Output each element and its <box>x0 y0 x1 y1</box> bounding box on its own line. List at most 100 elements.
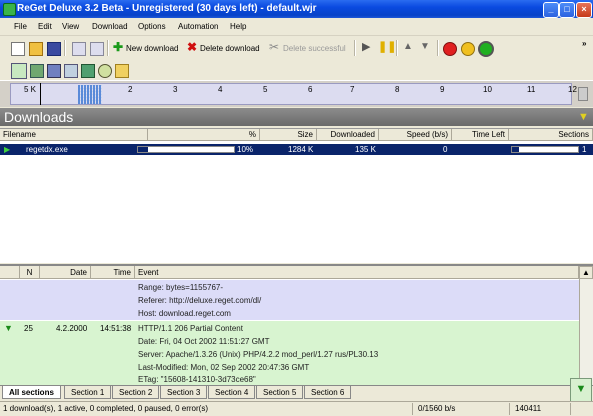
green-light-icon[interactable] <box>478 41 494 57</box>
toolbar-separator <box>354 40 356 56</box>
picture-icon[interactable] <box>64 64 78 78</box>
download-status-icon: ▶ <box>4 145 11 154</box>
log-column-time[interactable]: Time <box>91 266 135 279</box>
title-bar: ReGet Deluxe 3.2 Beta - Unregistered (30… <box>0 0 593 18</box>
timeline-label: 6 <box>308 85 313 94</box>
main-toolbar: ✚ New download ✖ Delete download ✂ Delet… <box>0 36 593 61</box>
tab-section-3[interactable]: Section 3 <box>160 386 208 399</box>
speed-timeline: 5 K 2 3 4 5 6 7 8 9 10 11 12 <box>0 80 593 107</box>
archive-icon[interactable] <box>81 64 95 78</box>
column-size[interactable]: Size <box>260 129 317 141</box>
menu-view[interactable]: View <box>62 22 79 31</box>
column-percent[interactable]: % <box>148 129 260 141</box>
log-column-date[interactable]: Date <box>40 266 91 279</box>
close-button[interactable]: × <box>576 2 592 18</box>
filter-icon[interactable] <box>11 63 27 79</box>
menu-edit[interactable]: Edit <box>38 22 52 31</box>
log-line: Server: Apache/1.3.26 (Unix) PHP/4.2.2 m… <box>138 350 379 359</box>
timeline-label: 12 <box>568 85 577 94</box>
timeline-label: 2 <box>128 85 133 94</box>
log-column-n[interactable]: N <box>20 266 40 279</box>
panel-filter-icon[interactable]: ▼ <box>578 111 589 123</box>
menu-help[interactable]: Help <box>230 22 246 31</box>
timeline-label: 11 <box>527 85 536 94</box>
new-file-icon[interactable] <box>11 42 25 56</box>
minimize-button[interactable]: _ <box>543 2 559 18</box>
red-light-icon[interactable] <box>443 42 457 56</box>
tab-section-4[interactable]: Section 4 <box>208 386 256 399</box>
row-downloaded: 135 K <box>355 145 376 154</box>
log-line: Last-Modified: Mon, 02 Sep 2002 20:47:36… <box>138 363 310 372</box>
downloads-panel-header: Downloads ▼ <box>0 108 593 126</box>
play-icon[interactable]: ▶ <box>362 41 374 53</box>
event-log: N Date Time Event ▲ Range: bytes=1155767… <box>0 264 593 387</box>
media-icon[interactable] <box>98 64 112 78</box>
save-icon[interactable] <box>47 42 61 56</box>
log-column-event[interactable]: Event <box>135 266 579 279</box>
timeline-scroll-icon[interactable] <box>578 87 588 101</box>
open-folder-icon[interactable] <box>29 42 43 56</box>
toolbar-overflow-icon[interactable]: » <box>582 39 586 48</box>
copy-icon[interactable] <box>72 42 86 56</box>
timeline-label: 9 <box>440 85 445 94</box>
cube-icon[interactable] <box>47 64 61 78</box>
log-entry-date: 4.2.2000 <box>56 324 88 333</box>
pause-icon[interactable]: ❚❚ <box>378 41 396 53</box>
column-speed[interactable]: Speed (b/s) <box>379 129 452 141</box>
log-scrollbar[interactable] <box>579 279 593 387</box>
log-line: HTTP/1.1 206 Partial Content <box>138 324 243 333</box>
row-progress-bar <box>137 146 235 153</box>
column-time-left[interactable]: Time Left <box>452 129 509 141</box>
paste-icon[interactable] <box>90 42 104 56</box>
menu-file[interactable]: File <box>14 22 27 31</box>
category-icon[interactable] <box>30 64 44 78</box>
tab-section-6[interactable]: Section 6 <box>304 386 352 399</box>
timeline-label: 10 <box>483 85 492 94</box>
log-header-blank <box>0 266 20 279</box>
yellow-light-icon[interactable] <box>461 42 475 56</box>
column-filename[interactable]: Filename <box>0 129 148 141</box>
row-filename: regetdx.exe <box>26 145 68 154</box>
tab-all-sections[interactable]: All sections <box>2 386 61 399</box>
new-download-button[interactable]: New download <box>126 44 178 53</box>
maximize-button[interactable]: □ <box>559 2 575 18</box>
menu-automation[interactable]: Automation <box>178 22 218 31</box>
delete-successful-button[interactable]: Delete successful <box>283 44 346 53</box>
timeline-label: 7 <box>350 85 355 94</box>
log-line: Date: Fri, 04 Oct 2002 11:51:27 GMT <box>138 337 270 346</box>
timeline-label: 8 <box>395 85 400 94</box>
log-filter-icon[interactable]: ▼ <box>570 378 592 402</box>
log-block-request <box>0 280 579 320</box>
status-bytes: 140411 <box>515 404 542 413</box>
column-sections[interactable]: Sections <box>509 129 593 141</box>
tab-section-5[interactable]: Section 5 <box>256 386 304 399</box>
green-arrow-icon: ▼ <box>4 323 13 333</box>
plus-icon[interactable]: ✚ <box>113 41 125 53</box>
move-down-icon[interactable]: ▼ <box>420 41 432 53</box>
folder-icon[interactable] <box>115 64 129 78</box>
download-row[interactable]: ▶ regetdx.exe 10% 1284 K 135 K 0 1 <box>0 144 593 155</box>
status-summary: 1 download(s), 1 active, 0 completed, 0 … <box>3 404 208 413</box>
tab-section-1[interactable]: Section 1 <box>64 386 112 399</box>
menu-options[interactable]: Options <box>138 22 166 31</box>
delete-download-button[interactable]: Delete download <box>200 44 260 53</box>
log-line: Referer: http://deluxe.reget.com/dl/ <box>138 296 262 305</box>
status-separator <box>412 403 413 415</box>
log-line: Host: download.reget.com <box>138 309 231 318</box>
scroll-up-icon[interactable]: ▲ <box>579 266 593 279</box>
delete-successful-icon[interactable]: ✂ <box>269 41 281 53</box>
row-size: 1284 K <box>288 145 314 154</box>
move-up-icon[interactable]: ▲ <box>403 41 415 53</box>
column-downloaded[interactable]: Downloaded <box>317 129 379 141</box>
timeline-label: 5 K <box>24 85 37 94</box>
app-icon <box>3 3 16 16</box>
tab-section-2[interactable]: Section 2 <box>112 386 160 399</box>
download-list: Filename % Size Downloaded Speed (b/s) T… <box>0 128 593 263</box>
toolbar-separator <box>437 40 439 56</box>
timeline-label: 4 <box>218 85 223 94</box>
section-tabs: All sections Section 1 Section 2 Section… <box>0 378 593 402</box>
status-separator <box>570 403 571 415</box>
row-sections: 1 <box>582 145 587 154</box>
menu-download[interactable]: Download <box>92 22 128 31</box>
delete-x-icon[interactable]: ✖ <box>187 41 199 53</box>
